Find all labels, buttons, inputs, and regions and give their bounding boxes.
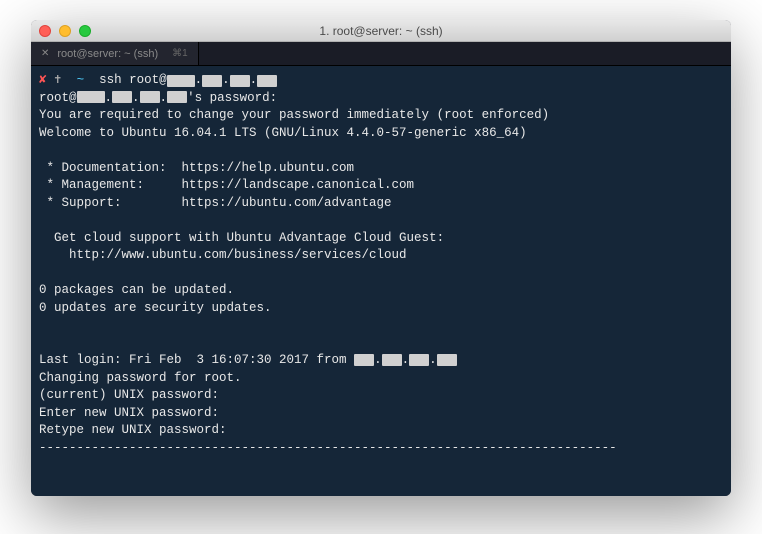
output-line xyxy=(39,265,723,283)
output-line: * Documentation: https://help.ubuntu.com xyxy=(39,160,723,178)
output-line: Changing password for root. xyxy=(39,370,723,388)
titlebar[interactable]: 1. root@server: ~ (ssh) xyxy=(31,20,731,42)
output-line: * Management: https://landscape.canonica… xyxy=(39,177,723,195)
traffic-lights xyxy=(31,25,91,37)
redacted-ip xyxy=(409,354,429,366)
output-line: 0 updates are security updates. xyxy=(39,300,723,318)
output-line xyxy=(39,142,723,160)
command-text: ssh root@ xyxy=(99,72,167,90)
output-line: Last login: Fri Feb 3 16:07:30 2017 from… xyxy=(39,352,723,370)
cross-icon: ✝ xyxy=(54,72,62,90)
redacted-ip xyxy=(257,75,277,87)
output-line: * Support: https://ubuntu.com/advantage xyxy=(39,195,723,213)
redacted-ip xyxy=(112,91,132,103)
redacted-ip xyxy=(167,91,187,103)
zoom-window-button[interactable] xyxy=(79,25,91,37)
output-line: Enter new UNIX password: xyxy=(39,405,723,423)
prompt-line: ✘ ✝ ~ ssh root@... xyxy=(39,72,723,90)
tilde-icon: ~ xyxy=(77,72,85,90)
redacted-ip xyxy=(77,91,105,103)
output-line: http://www.ubuntu.com/business/services/… xyxy=(39,247,723,265)
window-title: 1. root@server: ~ (ssh) xyxy=(31,24,731,38)
tab-label: root@server: ~ (ssh) xyxy=(57,48,158,60)
redacted-ip xyxy=(202,75,222,87)
redacted-ip xyxy=(140,91,160,103)
close-tab-icon[interactable]: ✕ xyxy=(41,48,49,59)
output-line: Welcome to Ubuntu 16.04.1 LTS (GNU/Linux… xyxy=(39,125,723,143)
output-line xyxy=(39,212,723,230)
tab-shortcut: ⌘1 xyxy=(172,48,188,59)
tab-ssh[interactable]: ✕ root@server: ~ (ssh) ⌘1 xyxy=(31,42,199,65)
redacted-ip xyxy=(382,354,402,366)
output-line: (current) UNIX password: xyxy=(39,387,723,405)
output-line: root@...'s password: xyxy=(39,90,723,108)
output-line: You are required to change your password… xyxy=(39,107,723,125)
minimize-window-button[interactable] xyxy=(59,25,71,37)
output-line: Get cloud support with Ubuntu Advantage … xyxy=(39,230,723,248)
output-line xyxy=(39,335,723,353)
redacted-ip xyxy=(167,75,195,87)
terminal-window: 1. root@server: ~ (ssh) ✕ root@server: ~… xyxy=(31,20,731,496)
terminal-body[interactable]: ✘ ✝ ~ ssh root@... root@...'s password: … xyxy=(31,66,731,496)
close-window-button[interactable] xyxy=(39,25,51,37)
redacted-ip xyxy=(230,75,250,87)
status-x-icon: ✘ xyxy=(39,72,47,90)
redacted-ip xyxy=(354,354,374,366)
output-line xyxy=(39,317,723,335)
divider-line: ----------------------------------------… xyxy=(39,440,723,458)
output-line: Retype new UNIX password: xyxy=(39,422,723,440)
tabbar: ✕ root@server: ~ (ssh) ⌘1 xyxy=(31,42,731,66)
redacted-ip xyxy=(437,354,457,366)
output-line: 0 packages can be updated. xyxy=(39,282,723,300)
